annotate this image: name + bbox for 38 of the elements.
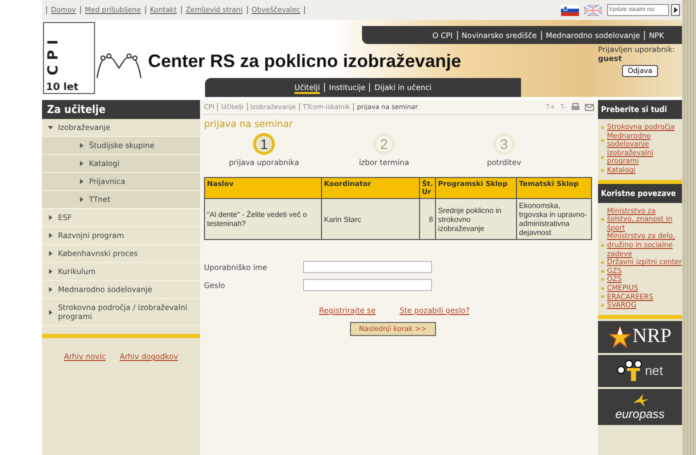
bullet-icon (601, 260, 604, 264)
sidebar-heading: Za učitelje (42, 100, 200, 119)
sidebar-heading: Koristne povezave (598, 184, 682, 203)
bullet-icon (601, 126, 604, 129)
site-title: Center RS za poklicno izobraževanje (148, 50, 462, 72)
caret-icon (79, 179, 84, 184)
partner-logo[interactable]: net (598, 354, 682, 387)
arrow-right-icon (674, 7, 678, 13)
input-field[interactable] (303, 261, 432, 273)
bullet-icon (601, 218, 604, 221)
star-icon (608, 326, 631, 348)
partner-logo[interactable]: europass (598, 388, 682, 425)
partner-logo[interactable]: NRP (598, 320, 682, 353)
bullet-icon (601, 168, 604, 172)
mail-icon[interactable] (585, 104, 594, 110)
english-flag-icon[interactable] (584, 4, 602, 16)
caret-icon (79, 197, 84, 202)
bullet-icon (601, 286, 604, 290)
cartoon-eyes-icon (616, 360, 643, 382)
input-field[interactable] (303, 279, 432, 291)
page-title: prijava na seminar (204, 119, 294, 130)
bullet-icon (601, 270, 604, 273)
bullet-icon (601, 295, 604, 298)
caret-icon (79, 143, 84, 148)
search-button[interactable] (671, 4, 680, 16)
step-number: 2 (373, 133, 395, 155)
step-number: 3 (493, 133, 515, 155)
logo[interactable]: CPI 10 let (43, 22, 95, 94)
bullet-icon (601, 156, 604, 159)
bullet-icon (601, 304, 604, 307)
bullet-icon (601, 244, 604, 247)
slovenian-flag-icon[interactable] (561, 4, 579, 16)
sidebar-heading: Preberite si tudi (598, 100, 682, 119)
bullet-icon (601, 278, 604, 282)
bullet-icon (601, 138, 604, 142)
caret-icon (79, 161, 84, 166)
step-number: 1 (253, 133, 275, 155)
print-icon[interactable] (571, 103, 580, 111)
